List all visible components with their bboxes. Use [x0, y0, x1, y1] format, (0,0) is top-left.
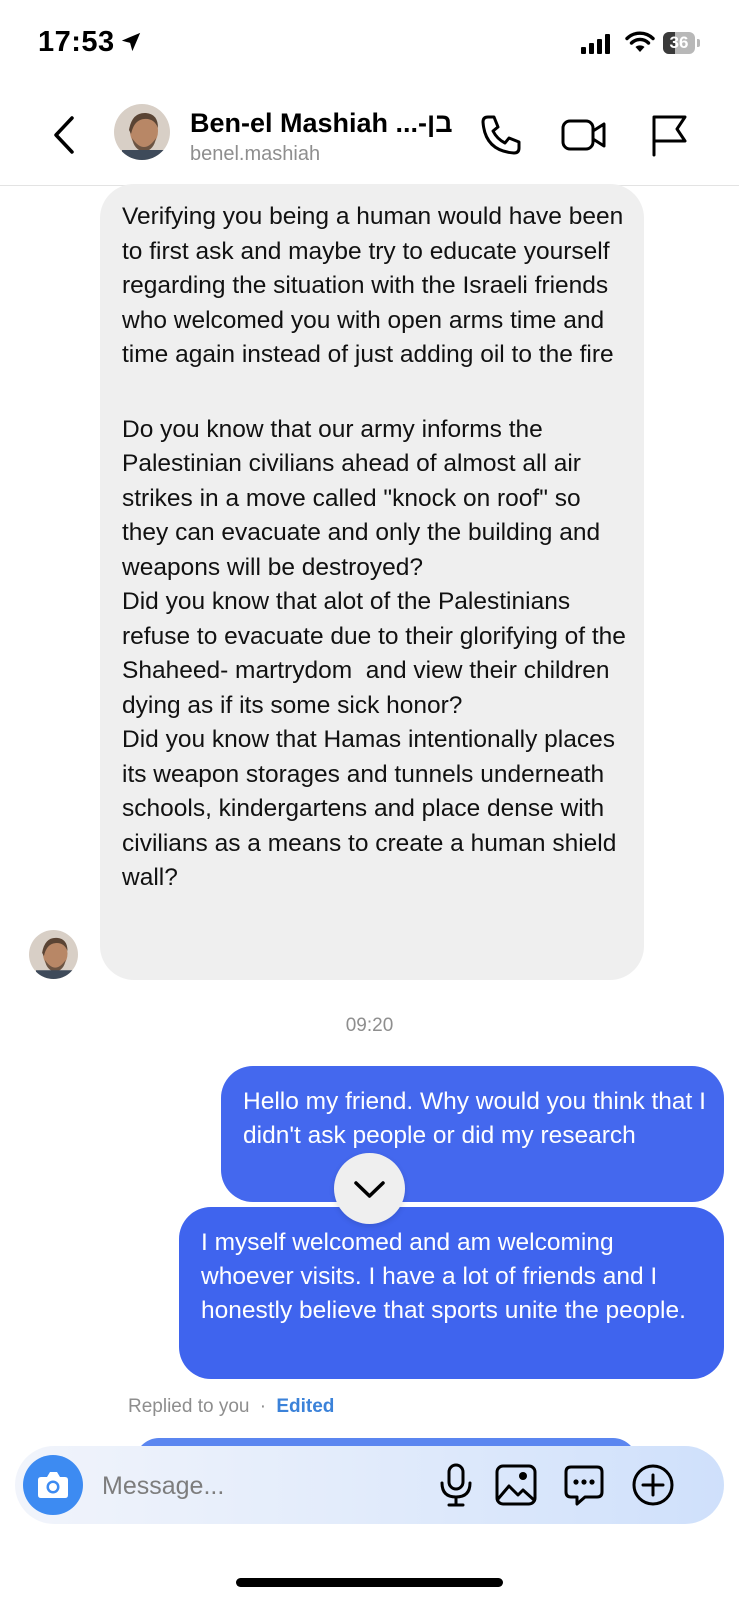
location-arrow-icon [121, 32, 141, 52]
battery-icon: 36 [663, 32, 701, 54]
message-paragraph: Verifying you being a human would have b… [122, 203, 631, 368]
back-icon[interactable] [46, 112, 82, 158]
status-time: 17:53 [38, 26, 115, 58]
message-timestamp: 09:20 [345, 1015, 394, 1036]
camera-button[interactable] [23, 1455, 83, 1515]
separator: · [259, 1396, 267, 1417]
chat-header: Ben-el Mashiah ...-בן benel.mashiah [0, 90, 739, 186]
avatar[interactable] [114, 104, 170, 160]
battery-percent: 36 [669, 33, 689, 52]
message-paragraph: Did you know that Hamas intentionally pl… [122, 726, 624, 891]
message-paragraph: Do you know that our army informs the Pa… [122, 415, 607, 581]
sender-avatar[interactable] [29, 930, 78, 979]
add-icon[interactable] [630, 1462, 676, 1508]
incoming-message-text: Verifying you being a human would have b… [122, 200, 632, 896]
message-paragraph: Did you know that alot of the Palestinia… [122, 588, 633, 719]
sticker-icon[interactable] [561, 1462, 607, 1508]
contact-username[interactable]: benel.mashiah [190, 143, 320, 166]
outgoing-message-text: Hello my friend. Why would you think tha… [243, 1088, 706, 1149]
scroll-to-bottom-button[interactable] [334, 1153, 405, 1224]
camera-icon [38, 1472, 68, 1498]
phone-icon[interactable] [478, 112, 524, 158]
chevron-down-icon [354, 1181, 385, 1198]
replied-label: Replied to you [128, 1396, 250, 1417]
home-indicator[interactable] [236, 1578, 503, 1587]
video-icon[interactable] [561, 112, 607, 158]
cellular-signal-icon [581, 34, 617, 54]
microphone-icon[interactable] [433, 1462, 479, 1508]
outgoing-message-text: I myself welcomed and am welcoming whoev… [201, 1229, 686, 1324]
gallery-icon[interactable] [493, 1462, 539, 1508]
reply-status: Replied to you · Edited [128, 1396, 334, 1418]
flag-icon[interactable] [647, 112, 693, 158]
wifi-icon [625, 31, 655, 52]
message-input[interactable] [100, 1468, 404, 1504]
contact-name[interactable]: Ben-el Mashiah ...-בן [190, 108, 452, 139]
edited-label[interactable]: Edited [276, 1396, 334, 1417]
